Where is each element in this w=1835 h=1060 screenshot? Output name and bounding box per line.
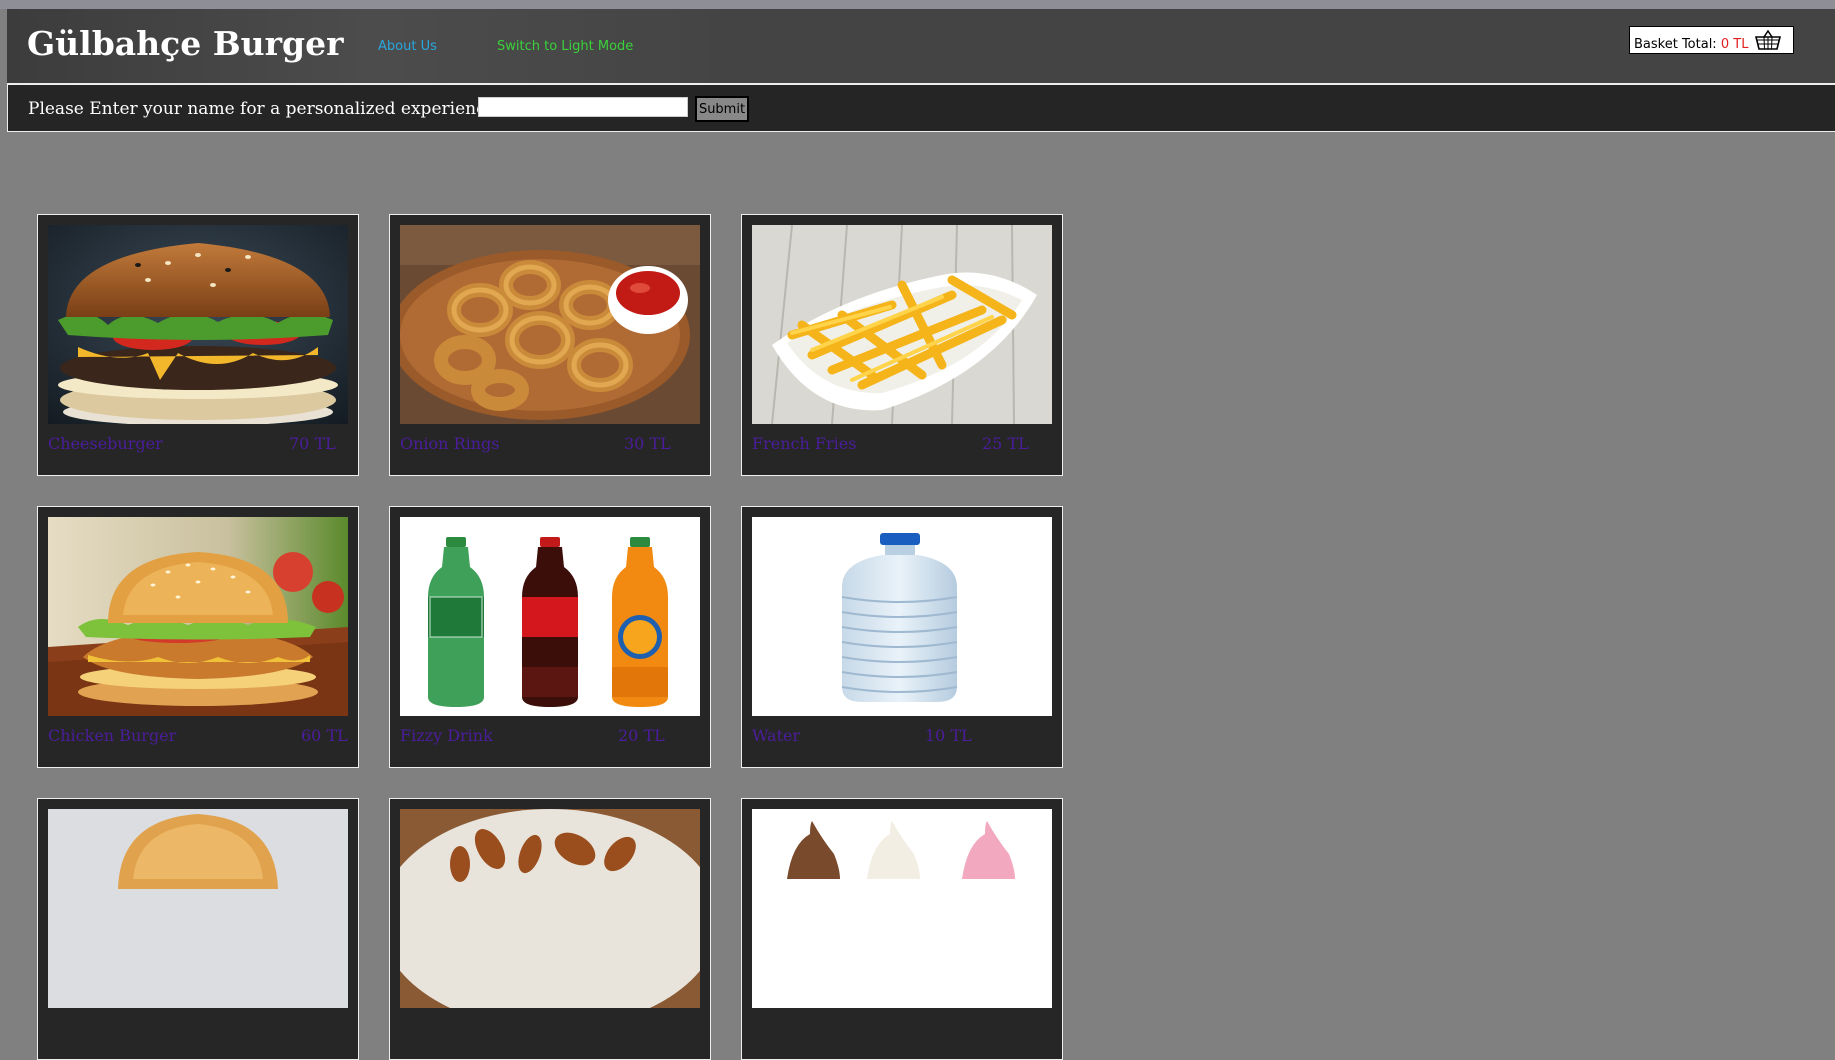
name-bar: Please Enter your name for a personalize… bbox=[7, 84, 1835, 132]
product-name: Onion Rings bbox=[400, 434, 500, 453]
product-price: 25 TL bbox=[982, 434, 1029, 453]
basket-widget[interactable]: Basket Total: 0 TL bbox=[1629, 26, 1794, 54]
cheeseburger-image bbox=[48, 225, 348, 424]
basket-label: Basket Total: 0 TL bbox=[1634, 37, 1748, 52]
brand-title: Gülbahçe Burger bbox=[27, 24, 344, 63]
ice-cream-image bbox=[752, 809, 1052, 1008]
product-card[interactable] bbox=[37, 798, 359, 1060]
french-fries-image bbox=[752, 225, 1052, 424]
product-name: Fizzy Drink bbox=[400, 726, 493, 745]
product-price: 30 TL bbox=[624, 434, 671, 453]
product-card[interactable]: Cheeseburger 70 TL bbox=[37, 214, 359, 476]
onion-rings-image bbox=[400, 225, 700, 424]
product-card[interactable] bbox=[741, 798, 1063, 1060]
water-image bbox=[752, 517, 1052, 716]
submit-button[interactable]: Submit bbox=[695, 96, 749, 122]
product-card[interactable]: Onion Rings 30 TL bbox=[389, 214, 711, 476]
product-card[interactable]: Water 10 TL bbox=[741, 506, 1063, 768]
chicken-burger-image bbox=[48, 517, 348, 716]
product-price: 60 TL bbox=[301, 726, 348, 745]
product-card[interactable]: Chicken Burger 60 TL bbox=[37, 506, 359, 768]
product-name: Cheeseburger bbox=[48, 434, 163, 453]
product-name: French Fries bbox=[752, 434, 857, 453]
basket-label-text: Basket Total: bbox=[1634, 37, 1717, 52]
fizzy-drink-image bbox=[400, 517, 700, 716]
product-name: Chicken Burger bbox=[48, 726, 177, 745]
product-price: 20 TL bbox=[618, 726, 665, 745]
product-price: 10 TL bbox=[925, 726, 972, 745]
basket-icon[interactable] bbox=[1754, 29, 1782, 54]
about-us-link[interactable]: About Us bbox=[378, 39, 437, 54]
site-header: Gülbahçe Burger About Us Switch to Light… bbox=[7, 9, 1835, 84]
product-price: 70 TL bbox=[289, 434, 336, 453]
name-input[interactable] bbox=[478, 97, 688, 117]
product-name: Water bbox=[752, 726, 801, 745]
basket-total-value: 0 TL bbox=[1720, 37, 1749, 52]
light-mode-toggle-link[interactable]: Switch to Light Mode bbox=[497, 39, 633, 54]
name-prompt-label: Please Enter your name for a personalize… bbox=[28, 99, 502, 119]
product-card[interactable]: French Fries 25 TL bbox=[741, 214, 1063, 476]
chicken-wings-image bbox=[400, 809, 700, 1008]
product-card[interactable] bbox=[389, 798, 711, 1060]
burger-bun-image bbox=[48, 809, 348, 1008]
top-stripe bbox=[0, 0, 1835, 9]
product-card[interactable]: Fizzy Drink 20 TL bbox=[389, 506, 711, 768]
